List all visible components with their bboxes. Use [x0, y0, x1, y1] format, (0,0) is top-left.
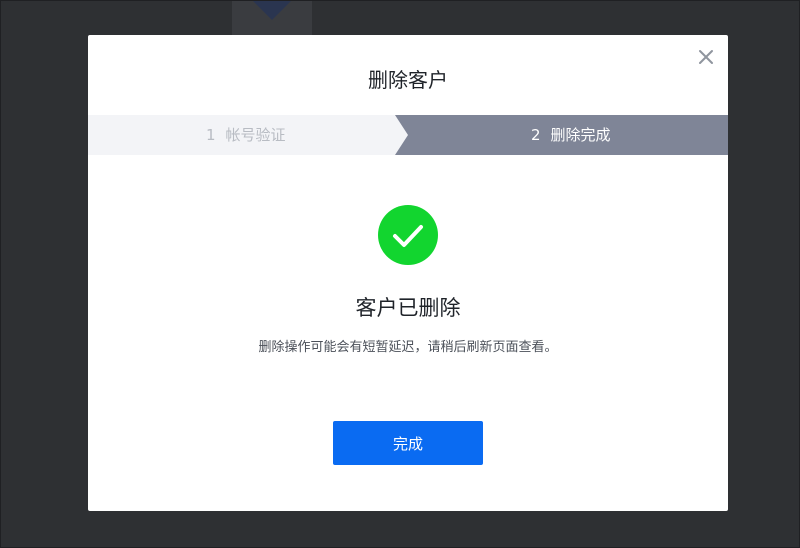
- step-label: 删除完成: [550, 126, 611, 144]
- active-step-arrow-bg: [395, 115, 728, 155]
- dialog-title: 删除客户: [368, 68, 448, 92]
- step-delete-complete: 2 删除完成: [531, 115, 611, 155]
- step-indicator: 1 帐号验证 2 删除完成: [88, 115, 728, 155]
- result-title: 客户已删除: [355, 296, 461, 320]
- close-button[interactable]: [694, 45, 718, 69]
- background-chevron-icon: [252, 0, 292, 20]
- step-number: 1: [206, 126, 216, 144]
- step-number: 2: [531, 126, 541, 144]
- step-label: 帐号验证: [225, 126, 286, 144]
- background-app-shape: [232, 0, 312, 36]
- delete-customer-dialog: 删除客户 1 帐号验证 2 删除完成 客户已删除 删除操作可能会有短暂延迟，请稍…: [88, 35, 728, 511]
- check-circle-icon: [378, 205, 438, 265]
- close-icon: [699, 50, 713, 64]
- step-account-verification: 1 帐号验证: [206, 115, 286, 155]
- done-button[interactable]: 完成: [333, 421, 483, 465]
- result-description: 删除操作可能会有短暂延迟，请稍后刷新页面查看。: [258, 340, 558, 355]
